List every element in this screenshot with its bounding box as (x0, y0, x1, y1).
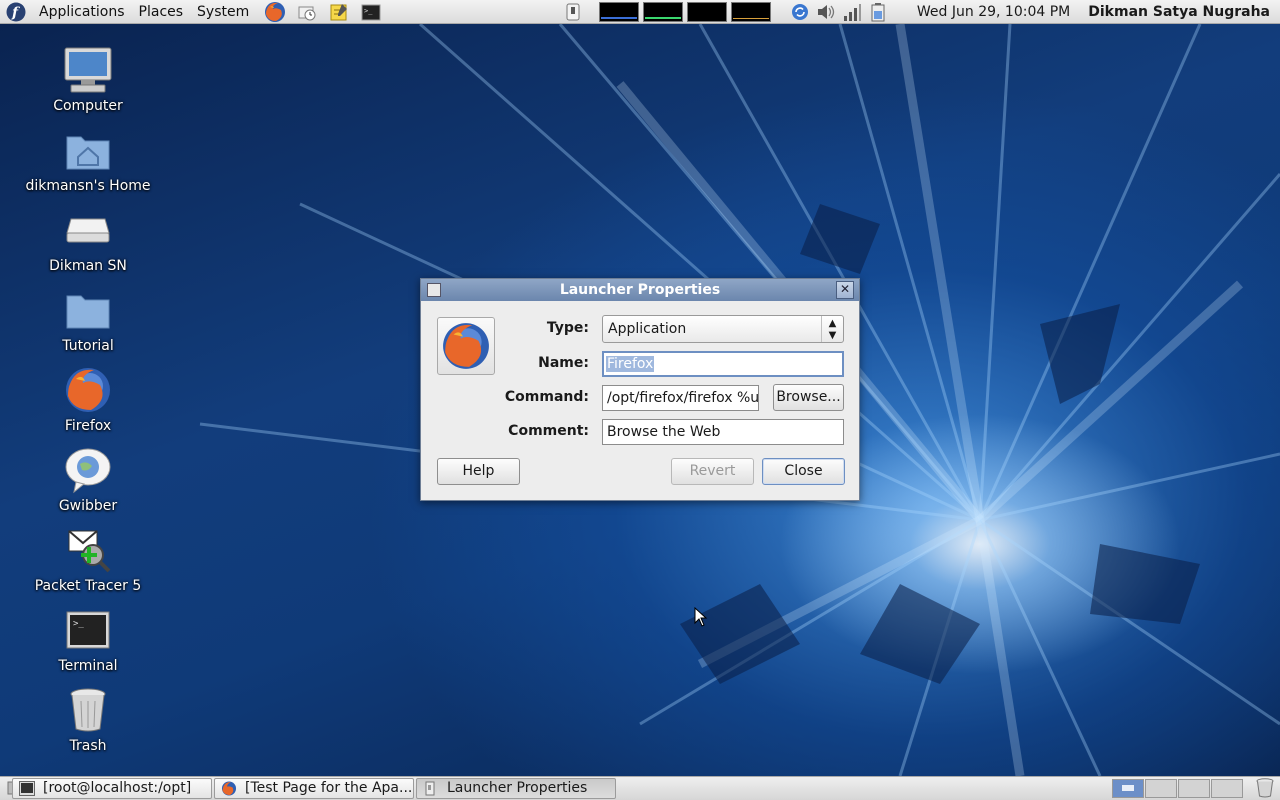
desktop-icon-computer[interactable]: Computer (20, 44, 156, 114)
workspace-4[interactable] (1211, 779, 1243, 798)
firefox-icon (62, 364, 114, 416)
comment-label: Comment: (508, 423, 589, 439)
desktop-icon-label: Trash (69, 738, 107, 754)
name-value: Firefox (606, 356, 655, 372)
desktop-icon-label: Packet Tracer 5 (34, 578, 142, 594)
home-folder-icon (62, 124, 114, 176)
comment-input[interactable]: Browse the Web (602, 419, 844, 445)
close-button[interactable]: Close (762, 458, 845, 485)
window-menu-icon[interactable] (427, 283, 441, 297)
workspace-2[interactable] (1145, 779, 1177, 798)
main-menu: Applications Places System (32, 0, 256, 24)
desktop-icon-firefox[interactable]: Firefox (20, 364, 156, 434)
terminal-launcher-icon[interactable]: >_ (360, 1, 382, 23)
top-panel: f Applications Places System >_ Wed Jun … (0, 0, 1280, 24)
mouse-pointer-icon (694, 607, 708, 627)
terminal-icon (19, 781, 35, 796)
desktop-icon-label: Terminal (58, 658, 118, 674)
desktop-icon-label: Tutorial (62, 338, 114, 354)
dialog-title: Launcher Properties (559, 282, 721, 298)
desktop-icon-gwibber[interactable]: Gwibber (20, 444, 156, 514)
bottom-panel: [root@localhost:/opt] [Test Page for the… (0, 776, 1280, 800)
gwibber-icon (62, 444, 114, 496)
task-label: [Test Page for the Apa... (245, 780, 413, 796)
type-value: Application (608, 321, 687, 337)
network-monitor (686, 1, 727, 22)
desktop-icon-home[interactable]: dikmansn's Home (20, 124, 156, 194)
network-signal-icon[interactable] (841, 1, 863, 23)
load-monitor (730, 1, 771, 22)
help-button[interactable]: Help (437, 458, 520, 485)
folder-icon (62, 284, 114, 336)
desktop-icon-terminal[interactable]: >_ Terminal (20, 604, 156, 674)
memory-monitor (642, 1, 683, 22)
workspace-1[interactable] (1112, 779, 1144, 798)
command-input[interactable]: /opt/firefox/firefox %u (602, 385, 759, 411)
menu-system[interactable]: System (190, 0, 256, 24)
revert-button[interactable]: Revert (671, 458, 754, 485)
launcher-icon-button[interactable] (437, 317, 495, 375)
desktop-icon-tutorial[interactable]: Tutorial (20, 284, 156, 354)
desktop-icon-label: Gwibber (58, 498, 118, 514)
packet-tracer-icon (62, 524, 114, 576)
command-value: /opt/firefox/firefox %u (607, 390, 759, 406)
svg-text:>_: >_ (73, 619, 84, 629)
desktop-icon-label: Dikman SN (49, 258, 127, 274)
firefox-icon (443, 323, 489, 369)
dialog-titlebar[interactable]: Launcher Properties ✕ (421, 279, 859, 301)
type-label: Type: (546, 320, 589, 336)
launcher-properties-dialog: Launcher Properties ✕ Type: Application … (420, 278, 860, 501)
desktop-icon-trash[interactable]: Trash (20, 684, 156, 754)
taskbar-item-terminal[interactable]: [root@localhost:/opt] (12, 778, 212, 799)
evolution-clock-icon[interactable] (296, 1, 318, 23)
trash-icon (62, 684, 114, 736)
task-label: Launcher Properties (447, 780, 588, 796)
taskbar-item-firefox[interactable]: [Test Page for the Apa... (214, 778, 414, 799)
desktop-icon-label: Firefox (64, 418, 112, 434)
desktop-icon-label: Computer (53, 98, 123, 114)
computer-icon (62, 44, 114, 96)
cpu-monitor (598, 1, 639, 22)
volume-icon[interactable] (815, 1, 837, 23)
workspace-3[interactable] (1178, 779, 1210, 798)
combo-arrows-icon: ▲ ▼ (821, 316, 843, 342)
name-label: Name: (538, 355, 589, 371)
svg-text:>_: >_ (364, 7, 373, 15)
usb-device-icon[interactable] (562, 1, 584, 23)
desktop-icon-drive[interactable]: Dikman SN (20, 204, 156, 274)
name-input[interactable]: Firefox (602, 351, 844, 377)
taskbar-item-launcher-properties[interactable]: Launcher Properties (416, 778, 616, 799)
browse-button[interactable]: Browse... (773, 384, 844, 411)
clock[interactable]: Wed Jun 29, 10:04 PM (917, 4, 1070, 20)
system-monitor[interactable] (597, 1, 773, 22)
user-switcher[interactable]: Dikman Satya Nugraha (1088, 4, 1270, 20)
type-combobox[interactable]: Application ▲ ▼ (602, 315, 844, 343)
command-label: Command: (504, 389, 589, 405)
menu-applications[interactable]: Applications (32, 0, 132, 24)
window-icon (425, 781, 435, 796)
notes-icon[interactable] (328, 1, 350, 23)
fedora-logo-icon[interactable]: f (5, 1, 27, 23)
menu-places[interactable]: Places (132, 0, 191, 24)
desktop-icon-label: dikmansn's Home (25, 178, 151, 194)
battery-icon[interactable] (867, 1, 889, 23)
close-icon[interactable]: ✕ (836, 281, 854, 299)
trash-applet-icon[interactable] (1254, 777, 1276, 799)
desktop-icon-packet-tracer[interactable]: Packet Tracer 5 (20, 524, 156, 594)
task-label: [root@localhost:/opt] (43, 780, 192, 796)
firefox-launcher-icon[interactable] (264, 1, 286, 23)
update-icon[interactable] (789, 1, 811, 23)
terminal-icon: >_ (62, 604, 114, 656)
firefox-icon (221, 781, 237, 796)
comment-value: Browse the Web (607, 424, 721, 440)
drive-icon (62, 204, 114, 256)
